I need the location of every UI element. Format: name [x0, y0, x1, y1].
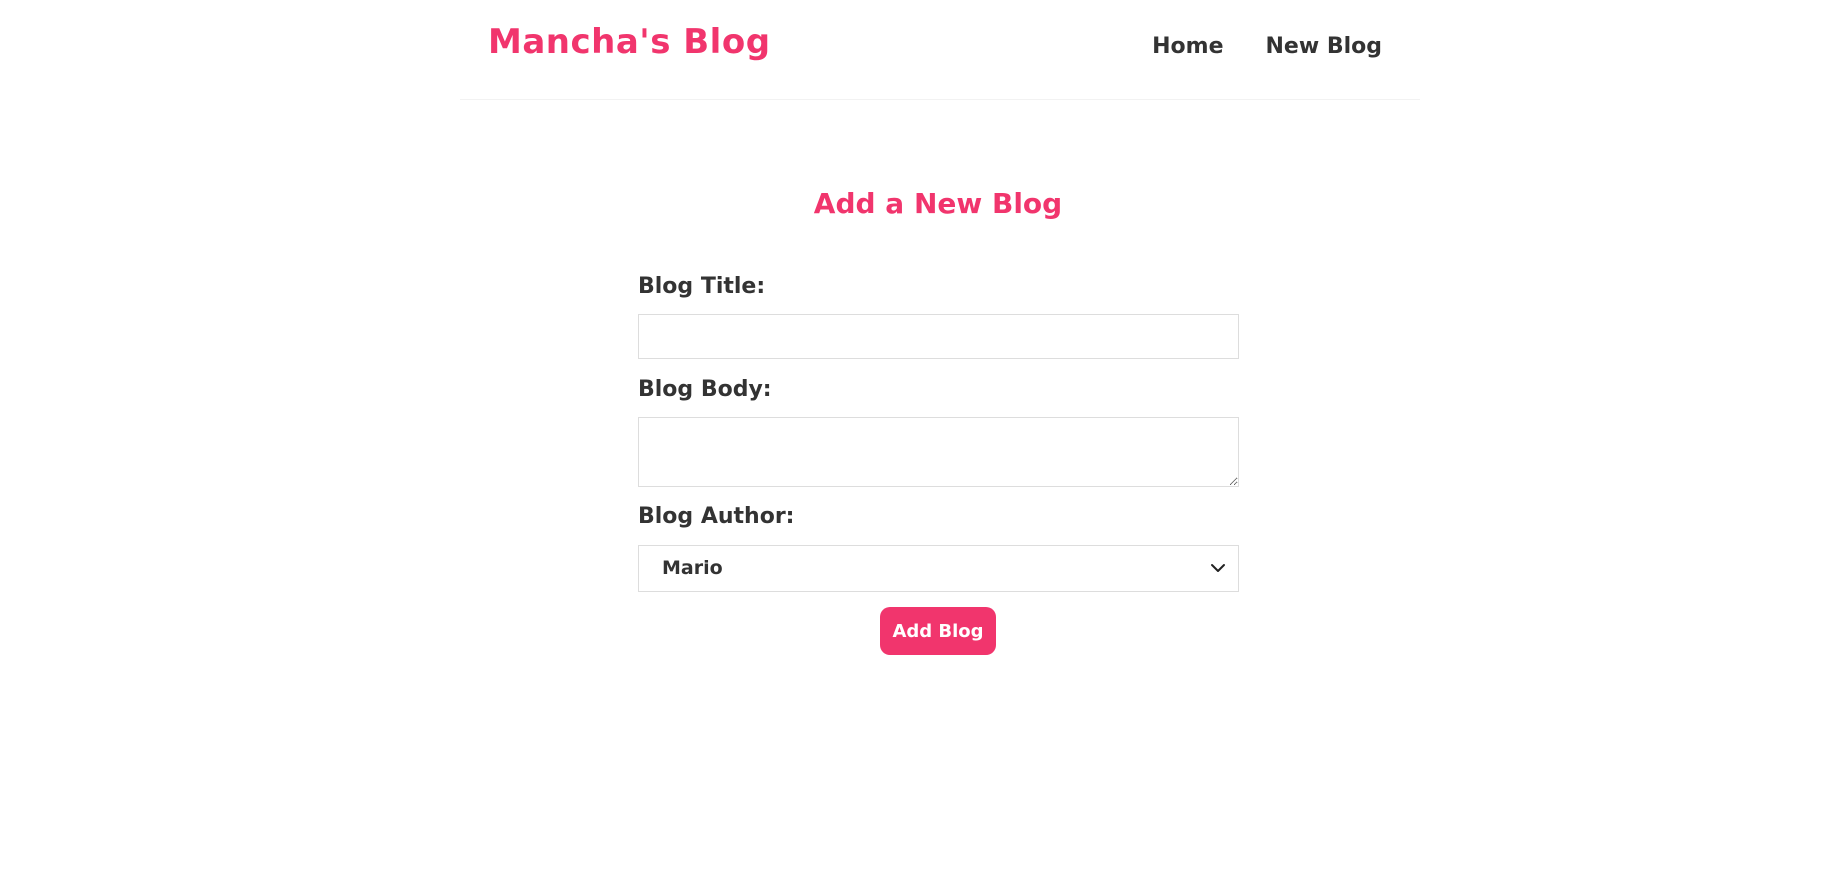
- blog-title-input[interactable]: [638, 314, 1239, 359]
- blog-body-label: Blog Body:: [638, 377, 772, 402]
- nav-links: Home New Blog: [1152, 34, 1382, 59]
- add-blog-button[interactable]: Add Blog: [880, 607, 996, 655]
- chevron-down-icon: [1211, 564, 1225, 572]
- blog-body-textarea[interactable]: [638, 417, 1239, 487]
- nav-link-home[interactable]: Home: [1152, 34, 1223, 59]
- blog-author-label: Blog Author:: [638, 504, 795, 529]
- page-title: Add a New Blog: [813, 187, 1063, 220]
- blog-title-label: Blog Title:: [638, 274, 766, 299]
- nav-link-new-blog[interactable]: New Blog: [1266, 34, 1383, 59]
- blog-author-select[interactable]: Mario: [638, 545, 1239, 592]
- blog-author-selected-value: Mario: [662, 557, 723, 579]
- navbar: Mancha's Blog Home New Blog: [460, 0, 1420, 100]
- site-logo-title: Mancha's Blog: [488, 22, 771, 62]
